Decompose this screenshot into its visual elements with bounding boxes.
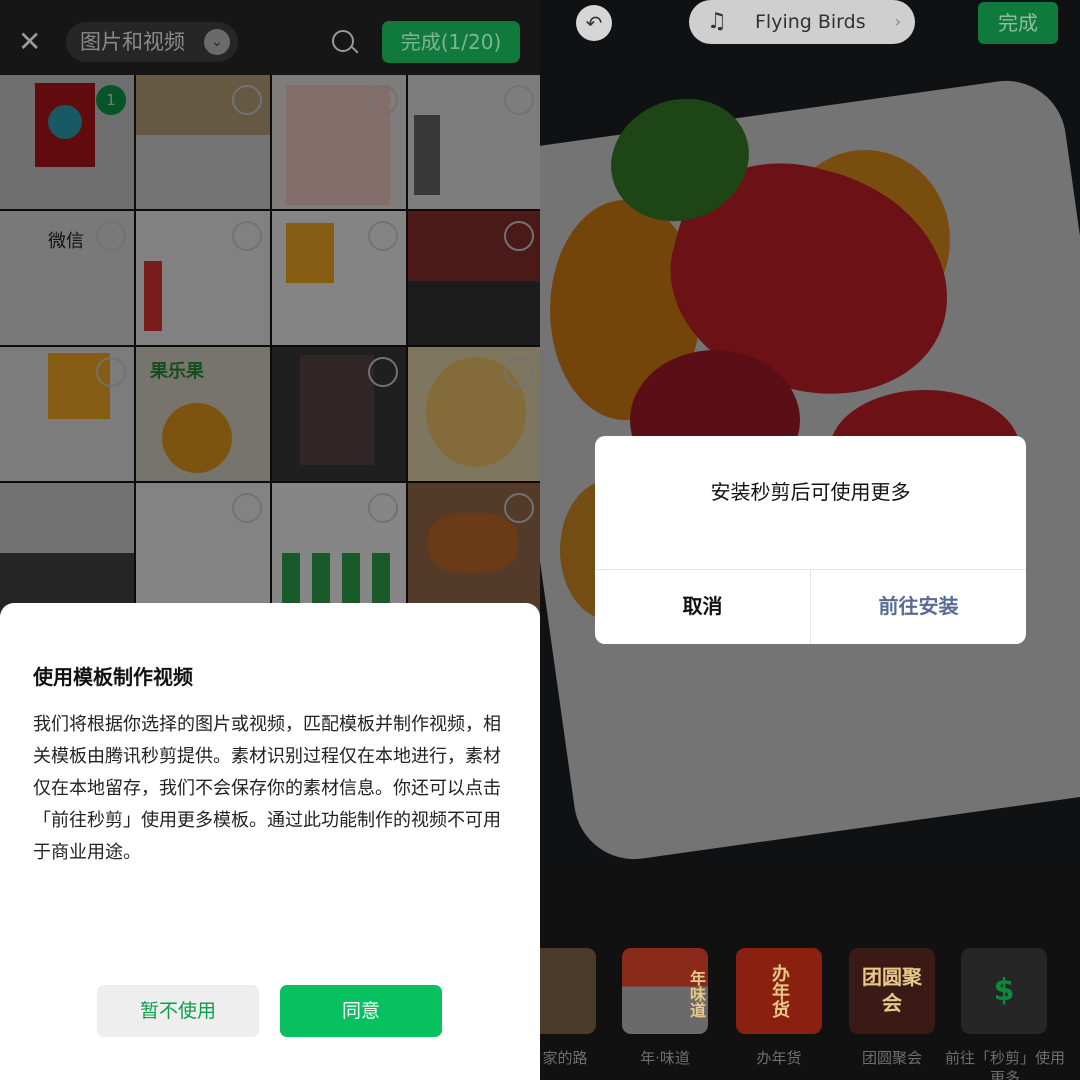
- media-picker: 1 微信 果乐果 ✕ 图片和视频 ⌄ 完成(1/20) 使用模板制作视频 我们将根…: [0, 0, 540, 1080]
- agree-button[interactable]: 同意: [280, 985, 442, 1037]
- done-button[interactable]: 完成: [978, 2, 1058, 44]
- sheet-body: 我们将根据你选择的图片或视频，匹配模板并制作视频，相关模板由腾讯秒剪提供。素材识…: [33, 714, 501, 863]
- video-editor: ↶ ♫ Flying Birds › 完成 安装秒剪后可使用更多 取消 前往安装 家…: [540, 0, 1080, 1080]
- music-selector[interactable]: ♫ Flying Birds ›: [689, 0, 915, 44]
- done-button[interactable]: 完成(1/20): [382, 21, 520, 63]
- install-dialog: 安装秒剪后可使用更多 取消 前往安装: [595, 436, 1026, 644]
- template-item[interactable]: 办年货: [736, 948, 822, 1034]
- top-bar: ✕ 图片和视频 ⌄ 完成(1/20): [0, 0, 540, 75]
- template-label: 年·味道: [640, 1049, 690, 1067]
- music-note-icon: ♫: [707, 9, 727, 34]
- cancel-button[interactable]: 取消: [595, 569, 810, 644]
- undo-icon[interactable]: ↶: [576, 5, 612, 41]
- chevron-right-icon: ›: [894, 12, 901, 31]
- close-icon[interactable]: ✕: [18, 28, 41, 56]
- template-item[interactable]: 团圆聚会: [849, 948, 935, 1034]
- template-tray: 家的路 年味道 年·味道 办年货 办年货 团圆聚会 团圆聚会 $ 前往「秒剪」使…: [540, 930, 1080, 1080]
- go-install-button[interactable]: 前往安装: [811, 569, 1026, 644]
- decline-button[interactable]: 暂不使用: [97, 985, 259, 1037]
- template-item[interactable]: 年味道: [622, 948, 708, 1034]
- template-item[interactable]: [540, 948, 596, 1034]
- search-icon[interactable]: [332, 30, 354, 52]
- album-selector[interactable]: 图片和视频 ⌄: [66, 22, 238, 62]
- sheet-title: 使用模板制作视频: [33, 665, 193, 689]
- template-label: 前往「秒剪」使用更多: [944, 1049, 1065, 1080]
- template-label: 办年货: [756, 1049, 802, 1067]
- dialog-message: 安装秒剪后可使用更多: [710, 480, 911, 504]
- template-consent-sheet: 使用模板制作视频 我们将根据你选择的图片或视频，匹配模板并制作视频，相关模板由腾…: [0, 603, 540, 1080]
- miaojian-logo-icon[interactable]: $: [961, 948, 1047, 1034]
- template-label: 团圆聚会: [861, 1049, 922, 1067]
- chevron-down-icon: ⌄: [204, 29, 230, 55]
